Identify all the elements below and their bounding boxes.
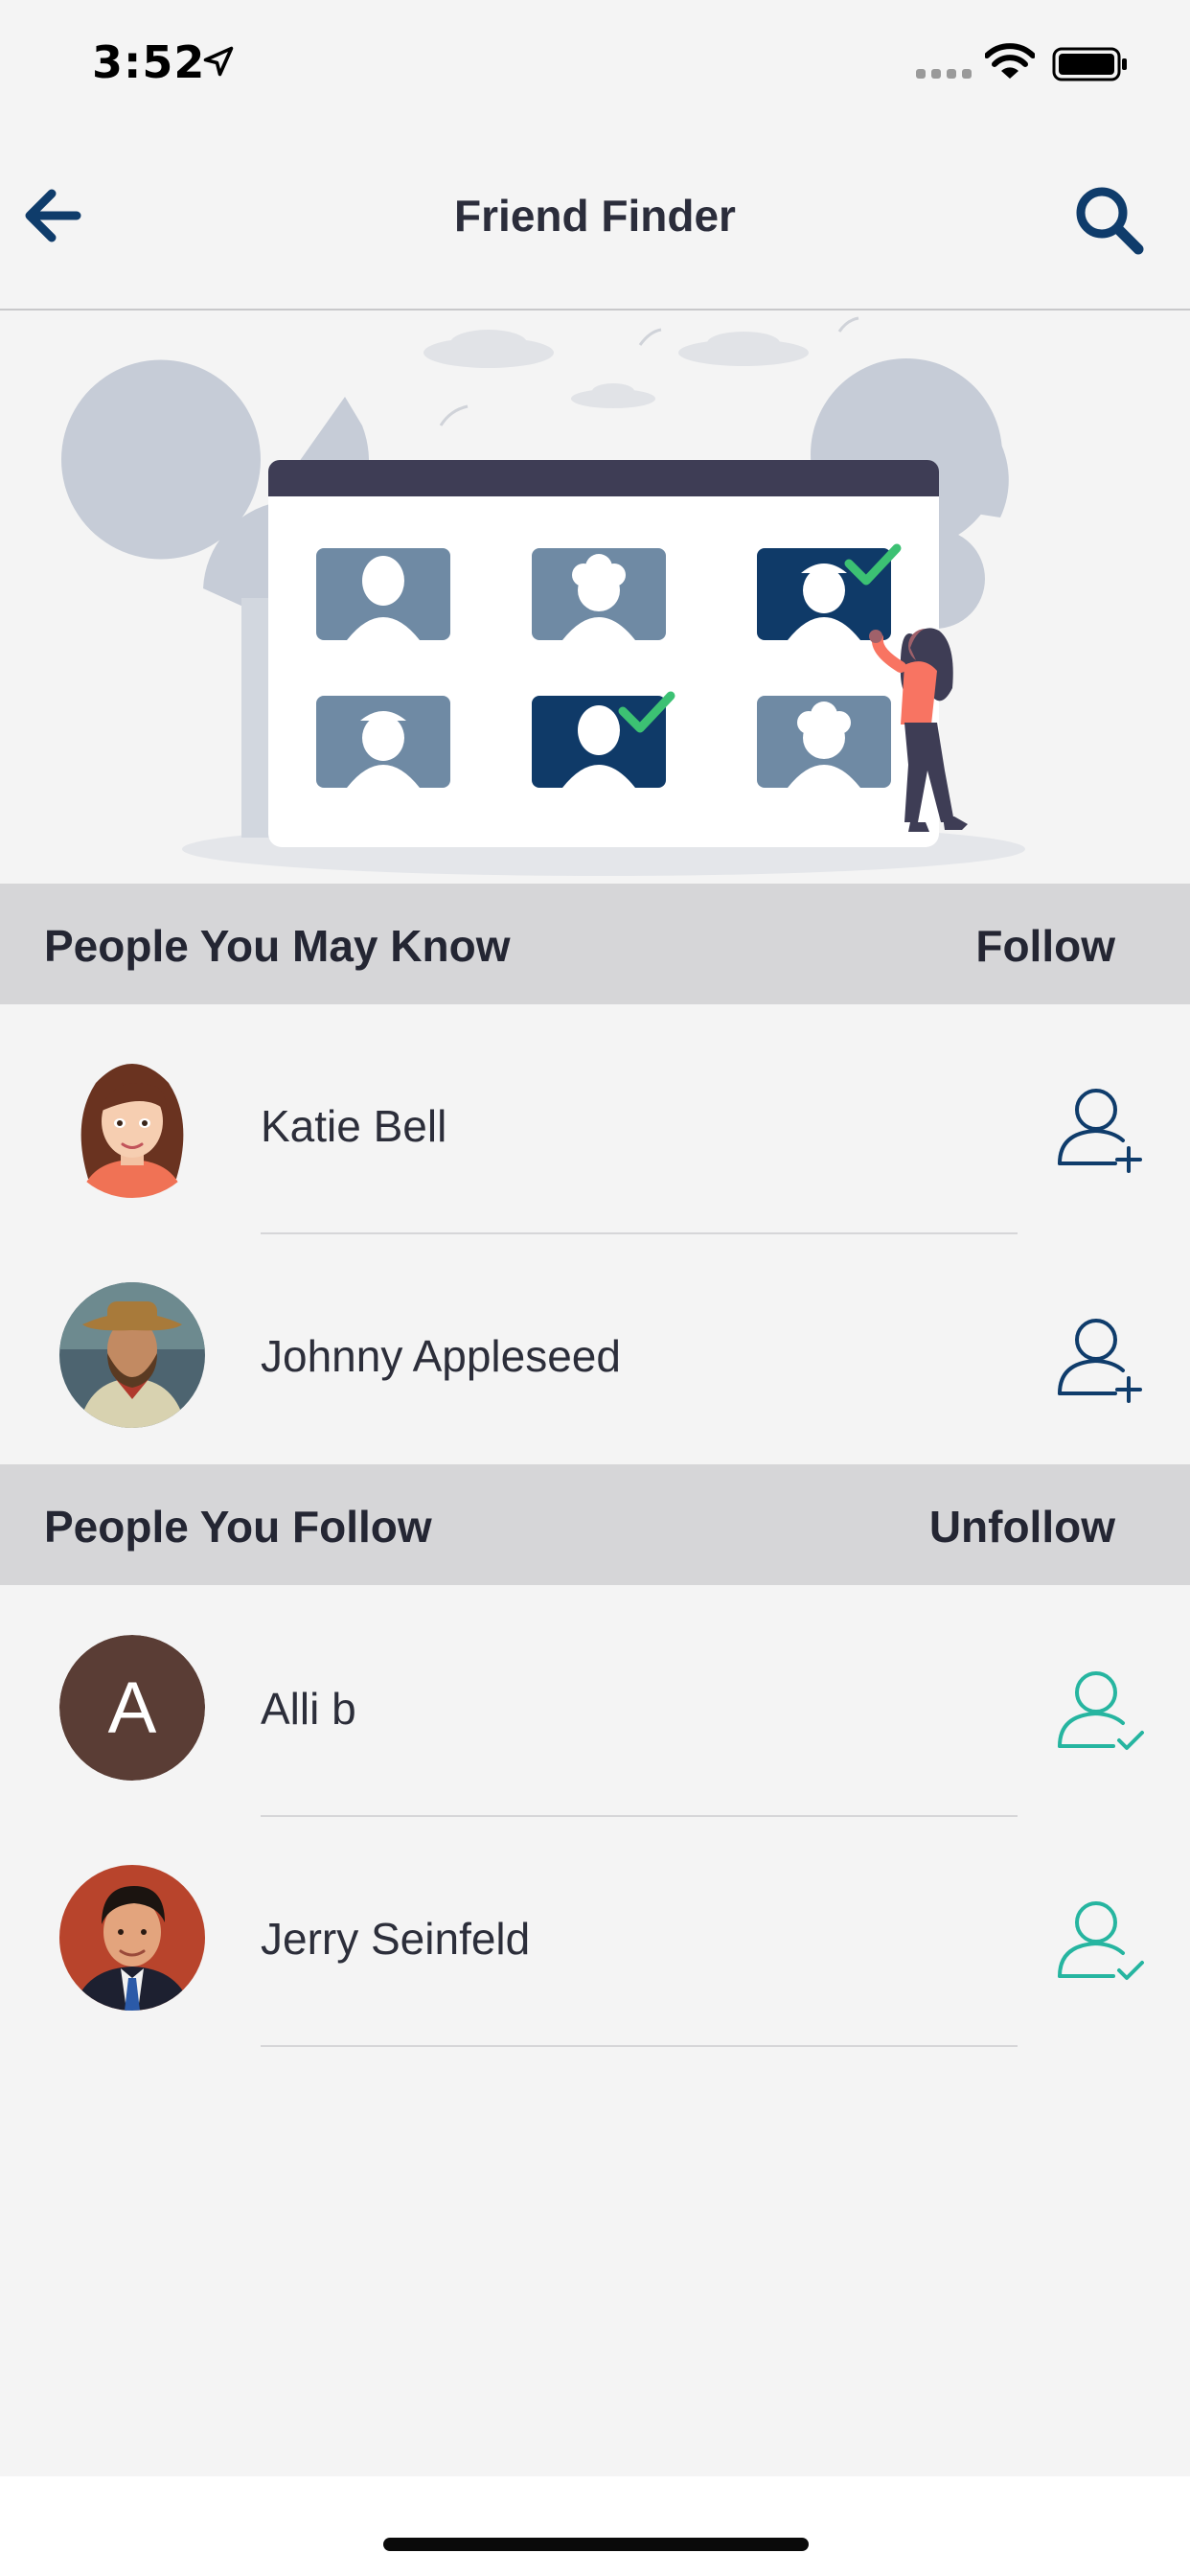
status-time: 3:52 xyxy=(92,36,206,88)
location-arrow-icon xyxy=(203,46,234,77)
person-row[interactable]: A Alli b xyxy=(0,1587,1190,1817)
row-divider xyxy=(261,2045,1018,2047)
section-action-label: Unfollow xyxy=(928,1502,1115,1552)
cellular-signal-icon xyxy=(916,69,972,79)
avatar xyxy=(59,1282,205,1428)
avatar: A xyxy=(59,1635,205,1781)
person-row[interactable]: Jerry Seinfeld xyxy=(0,1817,1190,2047)
add-user-icon[interactable] xyxy=(1056,1081,1148,1173)
section-action-label: Follow xyxy=(975,921,1115,971)
person-name: Jerry Seinfeld xyxy=(261,1914,531,1964)
section-title: People You May Know xyxy=(44,921,511,971)
person-row[interactable]: Katie Bell xyxy=(0,1004,1190,1234)
home-indicator[interactable] xyxy=(383,2538,809,2551)
person-row[interactable]: Johnny Appleseed xyxy=(0,1234,1190,1464)
add-user-icon[interactable] xyxy=(1056,1311,1148,1403)
page-title: Friend Finder xyxy=(454,191,736,241)
battery-icon xyxy=(1052,47,1127,81)
avatar xyxy=(59,1865,205,2011)
person-name: Alli b xyxy=(261,1684,356,1734)
section-header-people-you-follow: People You Follow Unfollow xyxy=(0,1464,1190,1585)
section-header-people-you-may-know: People You May Know Follow xyxy=(0,884,1190,1004)
status-bar: 3:52 xyxy=(0,0,1190,134)
user-check-icon[interactable] xyxy=(1056,1894,1148,1986)
person-name: Katie Bell xyxy=(261,1101,447,1151)
section-title: People You Follow xyxy=(44,1502,432,1552)
avatar-initial: A xyxy=(59,1635,205,1781)
bottom-bar xyxy=(0,2476,1190,2576)
avatar xyxy=(59,1052,205,1198)
user-check-icon[interactable] xyxy=(1056,1664,1148,1756)
wifi-icon xyxy=(985,43,1035,79)
search-icon[interactable] xyxy=(1071,182,1146,257)
person-name: Johnny Appleseed xyxy=(261,1331,621,1381)
friend-finder-illustration xyxy=(61,316,1025,876)
app-header: Friend Finder xyxy=(0,134,1190,310)
